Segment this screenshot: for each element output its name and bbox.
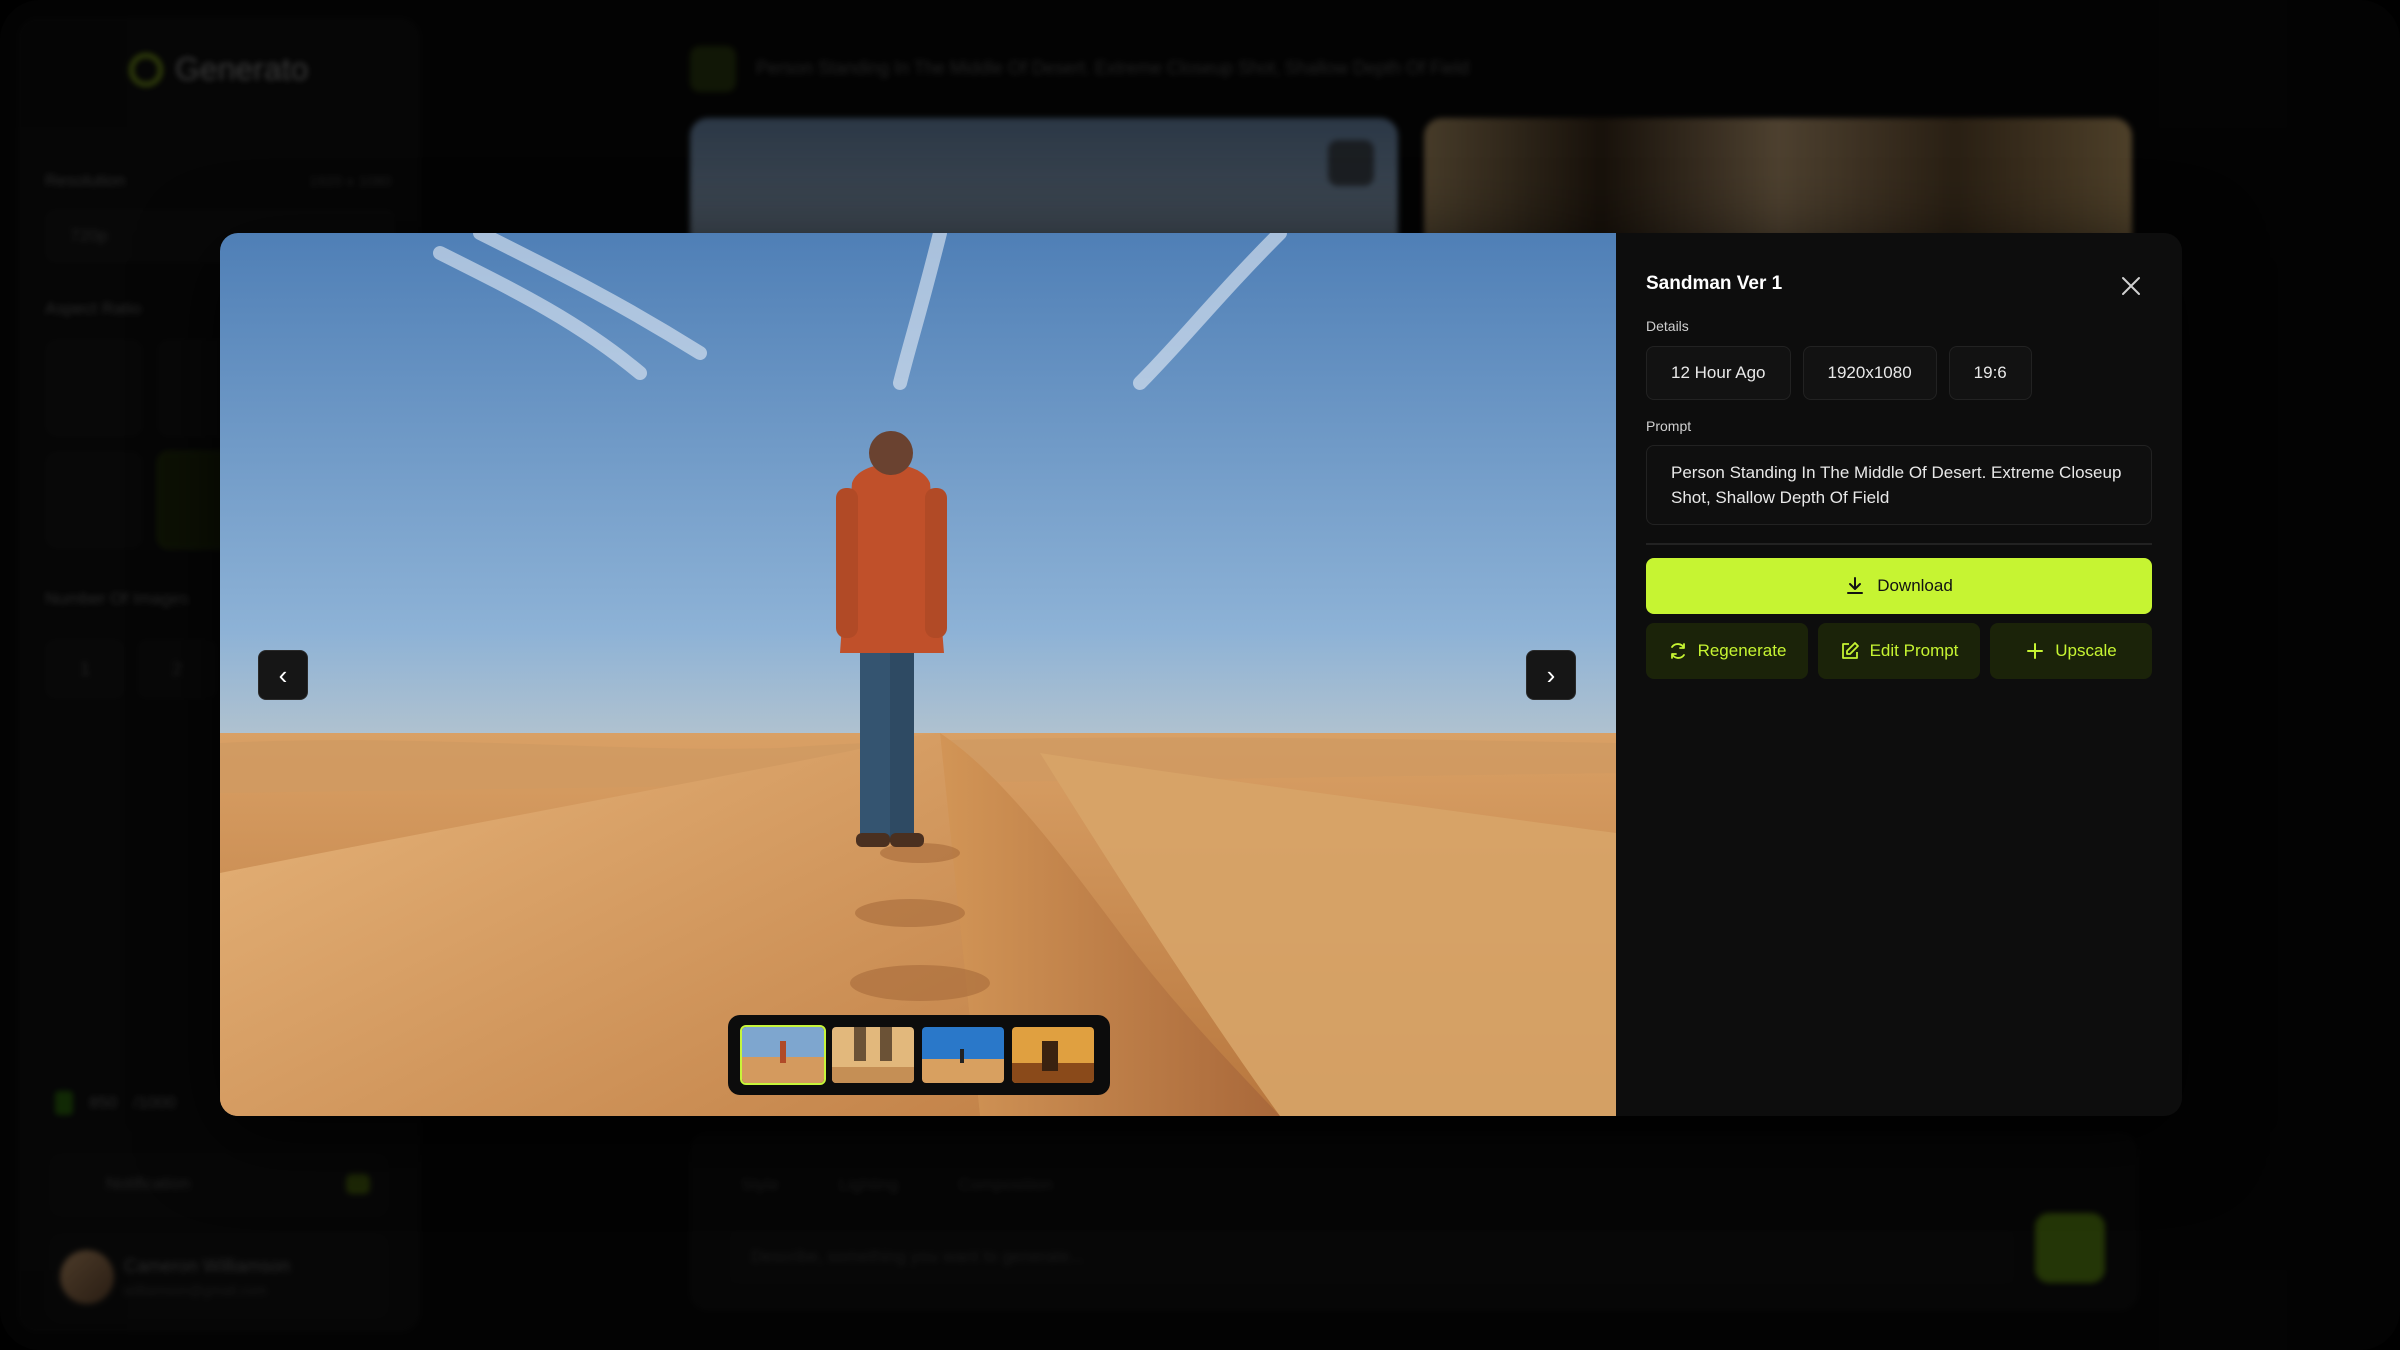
upscale-label: Upscale	[2055, 641, 2117, 660]
desert-image	[220, 233, 1616, 1116]
edit-prompt-button[interactable]: Edit Prompt	[1818, 623, 1980, 679]
download-label: Download	[1877, 576, 1953, 595]
thumbnail[interactable]	[832, 1027, 914, 1083]
close-button[interactable]	[2114, 269, 2148, 303]
thumbnail-image	[1012, 1027, 1094, 1083]
prompt-label: Prompt	[1646, 418, 1692, 434]
upscale-button[interactable]: Upscale	[1990, 623, 2152, 679]
thumbnail[interactable]	[922, 1027, 1004, 1083]
created-time-chip: 12 Hour Ago	[1646, 346, 1791, 400]
regenerate-label: Regenerate	[1697, 641, 1787, 660]
thumbnail-strip	[728, 1015, 1110, 1095]
edit-prompt-label: Edit Prompt	[1869, 641, 1959, 660]
download-button[interactable]: Download	[1646, 558, 2152, 614]
details-label: Details	[1646, 318, 1689, 334]
close-icon	[2122, 277, 2140, 295]
app-window: Generato Resolution 1920 x 1080 720p Asp…	[0, 0, 2400, 1350]
thumbnail-image	[832, 1027, 914, 1083]
chevron-left-icon: ‹	[278, 659, 288, 690]
resolution-chip: 1920x1080	[1802, 346, 1937, 400]
thumbnail[interactable]	[740, 1025, 826, 1085]
plus-icon	[2027, 643, 2044, 659]
chevron-right-icon: ›	[1546, 659, 1556, 690]
action-buttons: Regenerate Edit Prompt Upscale	[1646, 623, 2152, 679]
details-panel: Sandman Ver 1 Details 12 Hour Ago 1920x1…	[1616, 233, 2182, 1116]
image-title: Sandman Ver 1	[1646, 273, 1783, 294]
image-viewer: ‹ ›	[220, 233, 1616, 1116]
divider	[1646, 543, 2152, 545]
image-preview-modal: ‹ › Sandman Ver 1 Details 12 Hour Ago 19…	[220, 233, 2182, 1116]
refresh-icon	[1670, 643, 1685, 659]
next-image-button[interactable]: ›	[1526, 650, 1576, 700]
prompt-text: Person Standing In The Middle Of Desert.…	[1646, 445, 2152, 525]
thumbnail-image	[922, 1027, 1004, 1083]
edit-icon	[1841, 642, 1859, 659]
regenerate-button[interactable]: Regenerate	[1646, 623, 1808, 679]
previous-image-button[interactable]: ‹	[258, 650, 308, 700]
details-chips: 12 Hour Ago 1920x1080 19:6	[1646, 346, 2032, 400]
thumbnail-image	[742, 1027, 824, 1083]
aspect-ratio-chip: 19:6	[1948, 346, 2032, 400]
thumbnail[interactable]	[1012, 1027, 1094, 1083]
download-icon	[1847, 577, 1864, 594]
